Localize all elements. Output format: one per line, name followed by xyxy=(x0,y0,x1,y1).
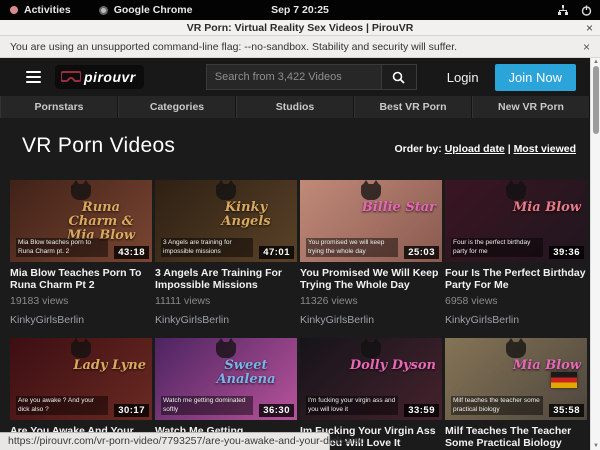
thumbnail-caption: I'm fucking your virgin ass and you will… xyxy=(306,396,398,415)
search-button[interactable] xyxy=(381,64,417,90)
order-by-label: Order by: xyxy=(395,143,442,155)
nav-item-best-vr-porn[interactable]: Best VR Porn xyxy=(354,96,472,118)
studio-cat-mask-icon xyxy=(361,342,381,358)
thumbnail-overlay-title: Runa Charm & Mia Blow xyxy=(56,201,146,242)
window-title: VR Porn: Virtual Reality Sex Videos | Pi… xyxy=(187,22,414,34)
system-clock[interactable]: Sep 7 20:25 xyxy=(0,4,600,16)
search-icon xyxy=(392,71,405,84)
thumbnail-caption: Milf teaches the teacher some practical … xyxy=(451,396,543,415)
studio-cat-mask-icon xyxy=(361,184,381,200)
studio-link[interactable]: KinkyGirlsBerlin xyxy=(10,314,152,326)
network-tree-icon[interactable] xyxy=(557,5,569,16)
order-upload-date-link[interactable]: Upload date xyxy=(445,143,505,155)
duration-badge: 25:03 xyxy=(404,246,439,259)
thumbnail-overlay-title: Mia Blow xyxy=(513,201,581,215)
german-flag-icon xyxy=(551,372,577,388)
view-count: 6958 views xyxy=(445,295,587,307)
thumbnail-overlay-title: Kinky Angels xyxy=(201,201,291,228)
power-icon[interactable] xyxy=(581,5,592,16)
thumbnail-overlay-title: Lady Lyne xyxy=(73,359,146,373)
thumbnail-caption: Watch me getting dominated softly xyxy=(161,396,253,415)
thumbnail-overlay-title: Sweet Analena xyxy=(201,359,291,386)
duration-badge: 36:30 xyxy=(259,404,294,417)
thumbnail-caption: Four is the perfect birthday party for m… xyxy=(451,238,543,257)
infobar-close-icon[interactable]: × xyxy=(583,40,590,54)
studio-link[interactable]: KinkyGirlsBerlin xyxy=(300,314,442,326)
video-thumbnail[interactable]: Mia Blow Four is the perfect birthday pa… xyxy=(445,180,587,262)
view-count: 19183 views xyxy=(10,295,152,307)
page-title: VR Porn Videos xyxy=(22,134,175,158)
thumbnail-caption: 3 Angels are training for impossible mis… xyxy=(161,238,253,257)
nav-item-new-vr-porn[interactable]: New VR Porn xyxy=(472,96,590,118)
studio-link[interactable]: KinkyGirlsBerlin xyxy=(155,314,297,326)
video-thumbnail[interactable]: Kinky Angels 3 Angels are training for i… xyxy=(155,180,297,262)
studio-link[interactable]: KinkyGirlsBerlin xyxy=(445,314,587,326)
video-card[interactable]: Mia Blow Milf teaches the teacher some p… xyxy=(445,338,587,450)
status-url-bubble: https://pirouvr.com/vr-porn-video/779325… xyxy=(0,432,330,450)
video-card[interactable]: Kinky Angels 3 Angels are training for i… xyxy=(155,180,297,326)
studio-cat-mask-icon xyxy=(71,342,91,358)
nav-item-studios[interactable]: Studios xyxy=(236,96,354,118)
thumbnail-overlay-title: Dolly Dyson xyxy=(350,359,436,373)
nav-item-pornstars[interactable]: Pornstars xyxy=(0,96,118,118)
duration-badge: 47:01 xyxy=(259,246,294,259)
main-content: VR Porn Videos Order by: Upload date | M… xyxy=(0,118,590,450)
nav-item-categories[interactable]: Categories xyxy=(118,96,236,118)
studio-cat-mask-icon xyxy=(506,184,526,200)
video-title[interactable]: You Promised We Will Keep Trying The Who… xyxy=(300,267,442,291)
video-card[interactable]: Runa Charm & Mia Blow Mia Blow teaches p… xyxy=(10,180,152,326)
order-separator: | xyxy=(505,143,514,155)
video-grid: Runa Charm & Mia Blow Mia Blow teaches p… xyxy=(10,180,587,450)
video-card[interactable]: Mia Blow Four is the perfect birthday pa… xyxy=(445,180,587,326)
order-most-viewed-link[interactable]: Most viewed xyxy=(514,143,576,155)
duration-badge: 30:17 xyxy=(114,404,149,417)
scrollbar-thumb[interactable] xyxy=(593,66,599,134)
duration-badge: 43:18 xyxy=(114,246,149,259)
site-logo[interactable]: pirouvr xyxy=(55,65,144,89)
infobar-message: You are using an unsupported command-lin… xyxy=(10,41,457,53)
studio-cat-mask-icon xyxy=(506,342,526,358)
scrollbar-up-arrow-icon[interactable]: ▲ xyxy=(591,59,600,65)
video-title[interactable]: Milf Teaches The Teacher Some Practical … xyxy=(445,425,587,449)
view-count: 11111 views xyxy=(155,295,297,307)
studio-cat-mask-icon xyxy=(216,184,236,200)
video-title[interactable]: Mia Blow Teaches Porn To Runa Charm Pt 2 xyxy=(10,267,152,291)
login-link[interactable]: Login xyxy=(447,70,479,85)
video-thumbnail[interactable]: Lady Lyne Are you awake ? And your dick … xyxy=(10,338,152,420)
video-title[interactable]: Four Is The Perfect Birthday Party For M… xyxy=(445,267,587,291)
site-header: pirouvr Login Join Now xyxy=(0,58,590,96)
page-scrollbar[interactable]: ▲ ▼ xyxy=(590,58,600,450)
view-count: 11326 views xyxy=(300,295,442,307)
site-logo-text: pirouvr xyxy=(84,69,136,85)
order-by-controls: Order by: Upload date | Most viewed xyxy=(395,143,577,155)
duration-badge: 33:59 xyxy=(404,404,439,417)
system-top-bar: Activities Google Chrome Sep 7 20:25 xyxy=(0,0,600,20)
thumbnail-caption: You promised we will keep trying the who… xyxy=(306,238,398,257)
main-nav: Pornstars Categories Studios Best VR Por… xyxy=(0,96,590,118)
studio-cat-mask-icon xyxy=(216,342,236,358)
video-thumbnail[interactable]: Mia Blow Milf teaches the teacher some p… xyxy=(445,338,587,420)
chrome-infobar: You are using an unsupported command-lin… xyxy=(0,36,600,58)
thumbnail-caption: Mia Blow teaches porn to Runa Charm pt. … xyxy=(16,238,108,257)
video-thumbnail[interactable]: Runa Charm & Mia Blow Mia Blow teaches p… xyxy=(10,180,152,262)
menu-hamburger-icon[interactable] xyxy=(26,71,41,83)
window-close-icon[interactable]: × xyxy=(586,21,593,35)
window-title-bar[interactable]: VR Porn: Virtual Reality Sex Videos | Pi… xyxy=(0,20,600,36)
video-thumbnail[interactable]: Billie Star You promised we will keep tr… xyxy=(300,180,442,262)
studio-cat-mask-icon xyxy=(71,184,91,200)
search-input[interactable] xyxy=(206,64,381,90)
scrollbar-down-arrow-icon[interactable]: ▼ xyxy=(591,443,600,449)
video-title[interactable]: 3 Angels Are Training For Impossible Mis… xyxy=(155,267,297,291)
video-thumbnail[interactable]: Sweet Analena Watch me getting dominated… xyxy=(155,338,297,420)
screen: Activities Google Chrome Sep 7 20:25 VR … xyxy=(0,0,600,450)
video-thumbnail[interactable]: Dolly Dyson I'm fucking your virgin ass … xyxy=(300,338,442,420)
thumbnail-caption: Are you awake ? And your dick also ? xyxy=(16,396,108,415)
thumbnail-overlay-title: Mia Blow xyxy=(513,359,581,373)
join-now-button[interactable]: Join Now xyxy=(495,64,576,91)
video-card[interactable]: Billie Star You promised we will keep tr… xyxy=(300,180,442,326)
thumbnail-overlay-title: Billie Star xyxy=(362,201,436,215)
vr-goggles-icon xyxy=(61,71,81,84)
duration-badge: 35:58 xyxy=(549,404,584,417)
duration-badge: 39:36 xyxy=(549,246,584,259)
